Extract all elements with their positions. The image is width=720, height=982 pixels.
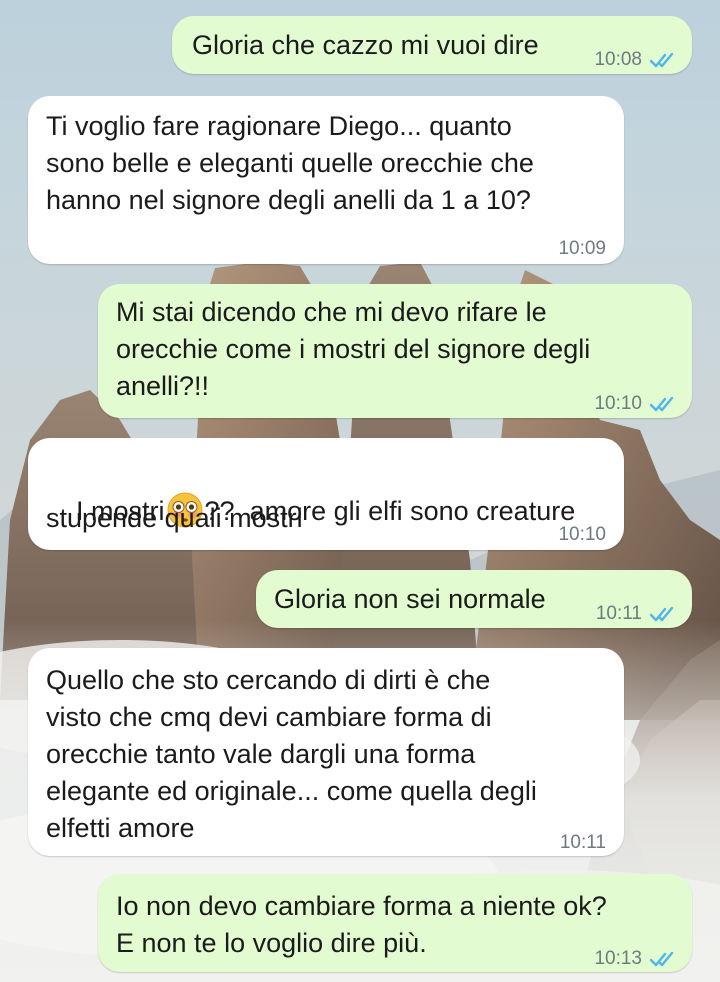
message-text-line: Io non devo cambiare forma a niente ok? [116, 891, 607, 921]
incoming-message[interactable]: Ti voglio fare ragionare Diego... quanto… [28, 96, 624, 264]
message-text-line: Quello che sto cercando di dirti è che [46, 665, 491, 695]
message-text-line: orecchie tanto vale dargli una forma [46, 739, 476, 769]
double-check-read-icon [649, 606, 674, 621]
message-text-line: hanno nel signore degli anelli da 1 a 10… [46, 185, 531, 215]
message-meta: 10:08 [594, 41, 678, 78]
message-time: 10:11 [559, 832, 606, 853]
message-text-line: E non te lo voglio dire più. [116, 928, 427, 958]
message-text-line: visto che cmq devi cambiare forma di [46, 702, 492, 732]
incoming-message[interactable]: Quello che sto cercando di dirti è che v… [28, 648, 624, 856]
message-text-line: Ti voglio fare ragionare Diego... quanto [46, 111, 512, 141]
message-text-line: Mi stai dicendo che mi devo rifare le [116, 297, 547, 327]
outgoing-message[interactable]: Gloria che cazzo mi vuoi dire 10:08 [172, 16, 692, 74]
message-meta: 10:13 [594, 940, 678, 977]
incoming-message[interactable]: I mostri ?? amore gli elfi sono creature… [28, 438, 624, 550]
message-text-line: sono belle e eleganti quelle orecchie ch… [46, 148, 534, 178]
message-time: 10:09 [558, 238, 606, 259]
message-time: 10:10 [558, 524, 606, 545]
message-text-line: elfetti amore [46, 813, 195, 843]
message-meta: 10:10 [594, 385, 678, 422]
message-time: 10:11 [595, 603, 642, 624]
message-text-line: orecchie come i mostri del signore degli [116, 334, 591, 364]
message-text: Gloria che cazzo mi vuoi dire [192, 30, 539, 60]
double-check-read-icon [649, 52, 674, 67]
outgoing-message[interactable]: Mi stai dicendo che mi devo rifare le or… [98, 284, 692, 418]
message-meta: 10:11 [596, 595, 678, 632]
message-text-line: anelli?!! [116, 371, 210, 401]
message-text: Gloria non sei normale [274, 584, 546, 614]
message-text-line: stupende quali mostri [46, 503, 303, 533]
message-time: 10:08 [594, 49, 642, 70]
outgoing-message[interactable]: Io non devo cambiare forma a niente ok? … [98, 874, 692, 972]
message-text-line: elegante ed originale... come quella deg… [46, 776, 537, 806]
message-time: 10:13 [594, 948, 642, 969]
outgoing-message[interactable]: Gloria non sei normale 10:11 [256, 570, 692, 628]
message-time: 10:10 [594, 393, 642, 414]
double-check-read-icon [649, 951, 674, 966]
double-check-read-icon [649, 396, 674, 411]
